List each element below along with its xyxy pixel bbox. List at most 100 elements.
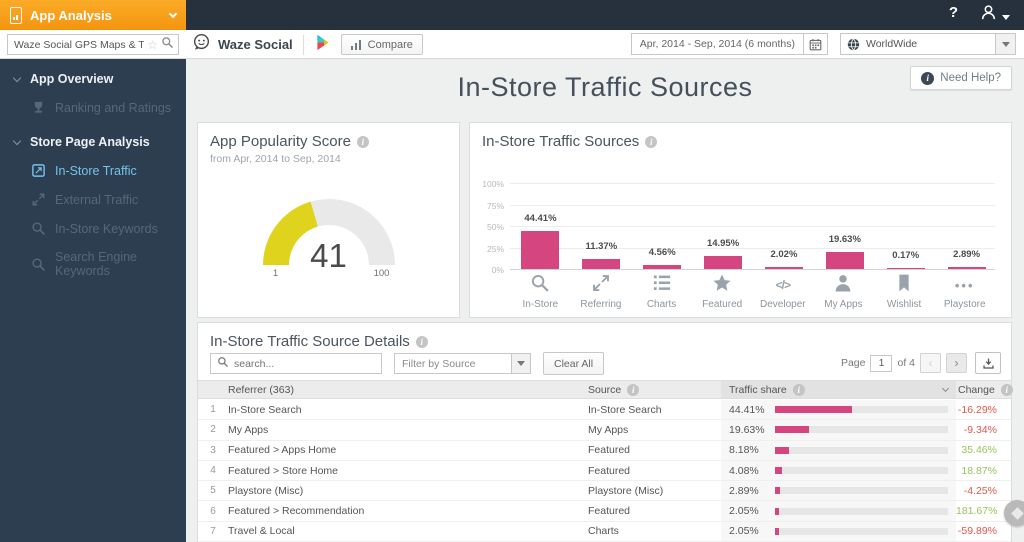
traffic-share-value: 2.89% (729, 484, 759, 497)
compare-button[interactable]: Compare (340, 34, 423, 55)
region-dropdown-arrow[interactable] (995, 34, 1015, 54)
table-search-input[interactable] (234, 357, 375, 370)
chart-category-charts[interactable]: Charts (631, 273, 692, 317)
bar-my-apps[interactable] (825, 252, 864, 269)
table-row[interactable]: 5 Playstore (Misc) Playstore (Misc) 2.89% -4… (198, 481, 1011, 502)
row-number: 7 (210, 525, 216, 537)
table-row[interactable]: 7 Travel & Local Charts 2.05% -59.89% (198, 521, 1011, 542)
trophy-icon (31, 100, 46, 115)
need-help-button[interactable]: i Need Help? (910, 66, 1012, 90)
next-page-button[interactable]: › (946, 353, 967, 373)
favorite-star-icon[interactable]: ☆ (147, 38, 158, 52)
bar-charts[interactable] (643, 265, 682, 269)
header-row-number (198, 381, 228, 398)
cell-change: 18.87% (961, 464, 997, 477)
sidebar-item-search-engine-keywords[interactable]: Search Engine Keywords (0, 243, 186, 285)
info-icon[interactable]: i (1000, 383, 1013, 396)
user-menu[interactable] (980, 4, 1010, 26)
compare-chart-icon (350, 39, 363, 50)
search-icon[interactable] (161, 36, 174, 54)
divider (302, 34, 304, 55)
table-row[interactable]: 4 Featured > Store Home Featured 4.08% 18.87… (198, 460, 1011, 482)
cell-referrer: My Apps (228, 423, 269, 436)
sidebar-section-0[interactable]: App Overview (0, 59, 186, 93)
traffic-share-value: 19.63% (729, 423, 765, 436)
cell-change: -59.89% (957, 525, 997, 538)
bar-wishlist[interactable] (886, 267, 925, 269)
chart-category-my-apps[interactable]: My Apps (813, 273, 874, 317)
sidebar-section-1[interactable]: Store Page Analysis (0, 122, 186, 156)
gridline (510, 269, 995, 270)
chart-category-developer[interactable]: </> Developer (753, 273, 814, 317)
info-icon[interactable]: i (356, 135, 369, 148)
cell-referrer: Travel & Local (228, 525, 295, 538)
chevron-down-icon (12, 136, 22, 145)
table-body: 1 In-Store Search In-Store Search 44.41% -16… (198, 400, 1011, 542)
table-row[interactable]: 1 In-Store Search In-Store Search 44.41% -16… (198, 400, 1011, 421)
bar-developer[interactable] (764, 267, 803, 269)
help-icon[interactable]: ? (949, 4, 958, 21)
clear-all-button[interactable]: Clear All (543, 352, 605, 375)
bar-featured[interactable] (704, 256, 743, 269)
bar-playstore[interactable] (947, 267, 986, 269)
sidebar-item-external-traffic[interactable]: External Traffic (0, 185, 186, 214)
table-row[interactable]: 6 Featured > Recommendation Featured 2.05% 1… (198, 501, 1011, 522)
need-help-label: Need Help? (940, 72, 1001, 84)
gridline (510, 183, 995, 184)
app-search-box[interactable]: ☆ (7, 34, 179, 55)
sidebar-item-in-store-keywords[interactable]: In-Store Keywords (0, 214, 186, 243)
info-icon[interactable]: i (627, 383, 640, 396)
header-change[interactable]: Change i (956, 381, 1024, 398)
filter-dropdown-arrow[interactable] (511, 354, 530, 373)
sort-descending-icon (941, 384, 950, 393)
header-source[interactable]: Source i (588, 381, 721, 398)
app-analysis-menu[interactable]: App Analysis (0, 0, 186, 30)
filter-by-source-select[interactable]: Filter by Source (394, 353, 531, 374)
export-download-button[interactable] (975, 352, 1001, 374)
info-icon[interactable]: i (415, 335, 428, 348)
traffic-share-bar-track (775, 446, 948, 454)
date-range-picker[interactable]: Apr, 2014 - Sep, 2014 (6 months) (630, 33, 828, 55)
bar-value-label: 2.02% (770, 249, 798, 260)
cell-source: Featured (588, 444, 631, 457)
app-search-input[interactable] (14, 38, 145, 51)
feedback-widget-button[interactable] (1004, 500, 1024, 526)
cell-change: -9.34% (963, 423, 997, 436)
header-traffic-share[interactable]: Traffic share i (721, 381, 956, 398)
playstore-icon: ••• (954, 277, 975, 293)
cell-source: My Apps (588, 423, 629, 436)
traffic-share-value: 2.05% (729, 505, 759, 518)
sidebar-item-ranking-and-ratings[interactable]: Ranking and Ratings (0, 93, 186, 122)
wishlist-icon (894, 273, 914, 298)
google-play-icon (314, 33, 331, 57)
chart-category-referring[interactable]: Referring (571, 273, 632, 317)
chart-category-playstore[interactable]: ••• Playstore (934, 273, 995, 317)
table-row[interactable]: 2 My Apps My Apps 19.63% -9.34% (198, 420, 1011, 441)
header-referrer[interactable]: Referrer (363) (228, 381, 588, 398)
chart-category-featured[interactable]: Featured (692, 273, 753, 317)
region-select[interactable]: WorldWide (840, 33, 1016, 55)
gridline (510, 204, 995, 206)
traffic-share-bar-fill (775, 467, 783, 475)
cell-traffic-share: 19.63% (721, 420, 956, 440)
bar-value-label: 14.95% (706, 238, 740, 249)
previous-page-button[interactable]: ‹ (920, 353, 941, 373)
chart-card-title: In-Store Traffic Sources (482, 133, 640, 150)
table-row[interactable]: 3 Featured > Apps Home Featured 8.18% 35.46% (198, 440, 1011, 461)
table-search-box[interactable] (210, 353, 382, 374)
traffic-share-bar-track (775, 467, 948, 475)
info-icon[interactable]: i (645, 135, 658, 148)
bar-in-store[interactable] (521, 231, 560, 269)
user-icon (980, 4, 997, 26)
page-number-input[interactable] (870, 354, 893, 372)
calendar-icon[interactable] (803, 34, 827, 54)
chart-category-in-store[interactable]: In-Store (510, 273, 571, 317)
page-title: In-Store Traffic Sources (457, 72, 753, 102)
bar-value-label: 2.89% (953, 249, 981, 260)
bar-referring[interactable] (582, 259, 621, 269)
info-icon[interactable]: i (792, 383, 805, 396)
traffic-share-bar-track (775, 426, 948, 434)
sidebar-item-in-store-traffic[interactable]: In-Store Traffic (0, 156, 186, 185)
row-number: 5 (210, 485, 216, 497)
chart-category-wishlist[interactable]: Wishlist (874, 273, 935, 317)
